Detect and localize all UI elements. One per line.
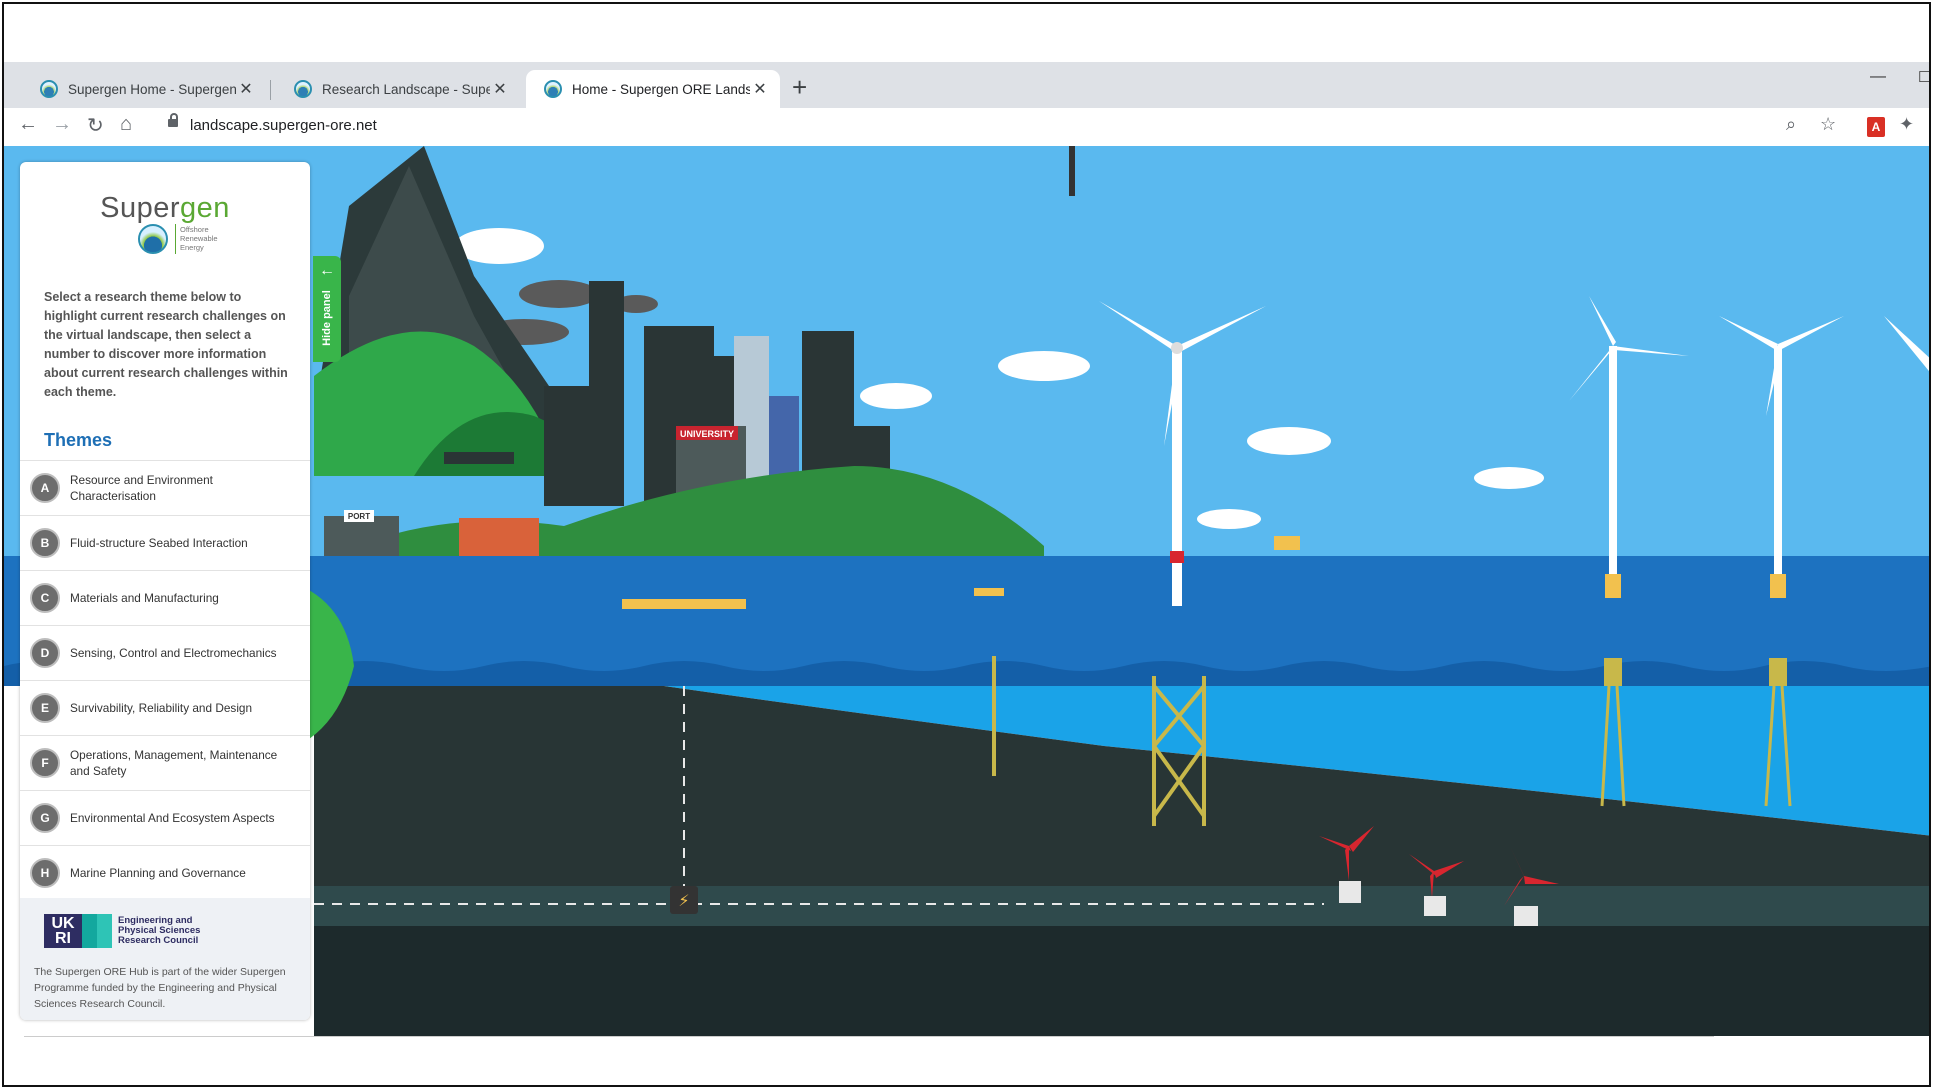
theme-label: Resource and Environment Characterisatio… bbox=[70, 473, 213, 503]
extensions-puzzle-icon[interactable]: ✦ bbox=[1899, 114, 1914, 135]
ukri-logo: UK RI bbox=[44, 914, 82, 948]
theme-badge: B bbox=[30, 528, 60, 558]
theme-label: Sensing, Control and Electromechanics bbox=[70, 646, 277, 660]
forward-arrow-icon[interactable]: → bbox=[52, 113, 72, 136]
tab-title: Supergen Home - Supergen ORE bbox=[68, 81, 236, 97]
page-divider bbox=[24, 1036, 1714, 1037]
zoom-icon[interactable]: ⌕ bbox=[1786, 114, 1796, 135]
tab-title: Home - Supergen ORE Landscape bbox=[572, 81, 750, 97]
intro-text: Select a research theme below to highlig… bbox=[44, 290, 288, 399]
theme-badge: F bbox=[30, 748, 60, 778]
funder-footer: UK RI Engineering and Physical Sciences … bbox=[20, 898, 310, 1020]
themes-heading: Themes bbox=[44, 430, 113, 450]
browser-window: Supergen Home - Supergen ORE ✕ Research … bbox=[2, 2, 1931, 1087]
theme-badge: G bbox=[30, 803, 60, 833]
theme-item-a[interactable]: A Resource and Environment Characterisat… bbox=[20, 460, 310, 515]
theme-label: Marine Planning and Governance bbox=[70, 866, 246, 880]
star-icon[interactable]: ☆ bbox=[1820, 114, 1836, 135]
buoy bbox=[974, 588, 1004, 596]
hide-panel-label: Hide panel bbox=[321, 290, 333, 346]
theme-item-d[interactable]: D Sensing, Control and Electromechanics bbox=[20, 625, 310, 680]
tab-bar: Supergen Home - Supergen ORE ✕ Research … bbox=[4, 62, 1929, 108]
warehouse bbox=[459, 518, 539, 558]
back-arrow-icon[interactable]: ← bbox=[18, 113, 38, 136]
pdf-extension-icon[interactable]: A bbox=[1867, 117, 1885, 137]
epsrc-name: Engineering and Physical Sciences Resear… bbox=[118, 915, 201, 946]
theme-item-f[interactable]: F Operations, Management, Maintenance an… bbox=[20, 735, 310, 790]
port-sign: PORT bbox=[348, 512, 370, 521]
theme-label: Operations, Management, Maintenance and … bbox=[70, 748, 278, 778]
globe-icon bbox=[40, 80, 58, 98]
themes-panel: Supergen Offshore Renewable Energy Selec… bbox=[20, 162, 310, 1020]
hide-panel-button[interactable]: ← Hide panel bbox=[313, 256, 341, 362]
theme-badge: H bbox=[30, 858, 60, 888]
theme-item-g[interactable]: G Environmental And Ecosystem Aspects bbox=[20, 790, 310, 845]
tab-supergen-home[interactable]: Supergen Home - Supergen ORE ✕ bbox=[22, 70, 266, 108]
theme-badge: D bbox=[30, 638, 60, 668]
tab-title: Research Landscape - Supergen ORE bbox=[322, 81, 490, 97]
theme-item-h[interactable]: H Marine Planning and Governance bbox=[20, 845, 310, 900]
globe-icon bbox=[544, 80, 562, 98]
theme-label: Fluid-structure Seabed Interaction bbox=[70, 536, 248, 550]
train bbox=[444, 452, 514, 464]
arrow-left-icon: ← bbox=[319, 262, 335, 279]
deep-seabed bbox=[314, 926, 1929, 1036]
home-icon[interactable]: ⌂ bbox=[120, 113, 132, 136]
reload-icon[interactable]: ↻ bbox=[87, 113, 104, 138]
close-icon[interactable]: ✕ bbox=[490, 79, 510, 99]
supergen-globe-icon bbox=[138, 224, 168, 254]
supergen-logo: Supergen bbox=[20, 192, 310, 225]
theme-badge: C bbox=[30, 583, 60, 613]
tab-home-landscape[interactable]: Home - Supergen ORE Landscape ✕ bbox=[526, 70, 780, 108]
logo-word-left: Super bbox=[100, 192, 180, 224]
lock-icon bbox=[168, 113, 178, 127]
tab-divider bbox=[270, 80, 271, 100]
theme-badge: A bbox=[30, 473, 60, 503]
university-sign: UNIVERSITY bbox=[680, 429, 734, 439]
theme-item-e[interactable]: E Survivability, Reliability and Design bbox=[20, 680, 310, 735]
minimize-icon[interactable]: — bbox=[1870, 68, 1886, 86]
address-toolbar: ← → ↻ ⌂ landscape.supergen-ore.net ⌕ ☆ A… bbox=[4, 108, 1929, 147]
logo-word-right: gen bbox=[180, 192, 230, 224]
theme-label: Survivability, Reliability and Design bbox=[70, 701, 253, 715]
tab-research-landscape[interactable]: Research Landscape - Supergen ORE ✕ bbox=[276, 70, 520, 108]
theme-label: Materials and Manufacturing bbox=[70, 591, 219, 605]
wave-energy-device bbox=[622, 599, 746, 609]
port-building bbox=[324, 516, 399, 561]
theme-badge: E bbox=[30, 693, 60, 723]
logo-subtitle: Offshore Renewable Energy bbox=[180, 225, 218, 252]
logo-divider bbox=[175, 224, 176, 254]
ukri-logo-bars bbox=[82, 914, 112, 948]
seabed-layer bbox=[314, 886, 1929, 926]
theme-item-c[interactable]: C Materials and Manufacturing bbox=[20, 570, 310, 625]
address-bar[interactable]: landscape.supergen-ore.net bbox=[190, 117, 377, 134]
theme-item-b[interactable]: B Fluid-structure Seabed Interaction bbox=[20, 515, 310, 570]
close-icon[interactable]: ✕ bbox=[750, 79, 770, 99]
offshore-platform bbox=[1274, 536, 1300, 550]
close-icon[interactable]: ✕ bbox=[236, 79, 256, 99]
lighthouse bbox=[1069, 146, 1075, 196]
globe-icon bbox=[294, 80, 312, 98]
funder-text: The Supergen ORE Hub is part of the wide… bbox=[34, 966, 286, 1010]
theme-label: Environmental And Ecosystem Aspects bbox=[70, 811, 275, 825]
maximize-icon[interactable]: ☐ bbox=[1918, 68, 1929, 86]
lightning-icon: ⚡ bbox=[678, 891, 689, 910]
plus-icon[interactable]: + bbox=[792, 74, 807, 100]
